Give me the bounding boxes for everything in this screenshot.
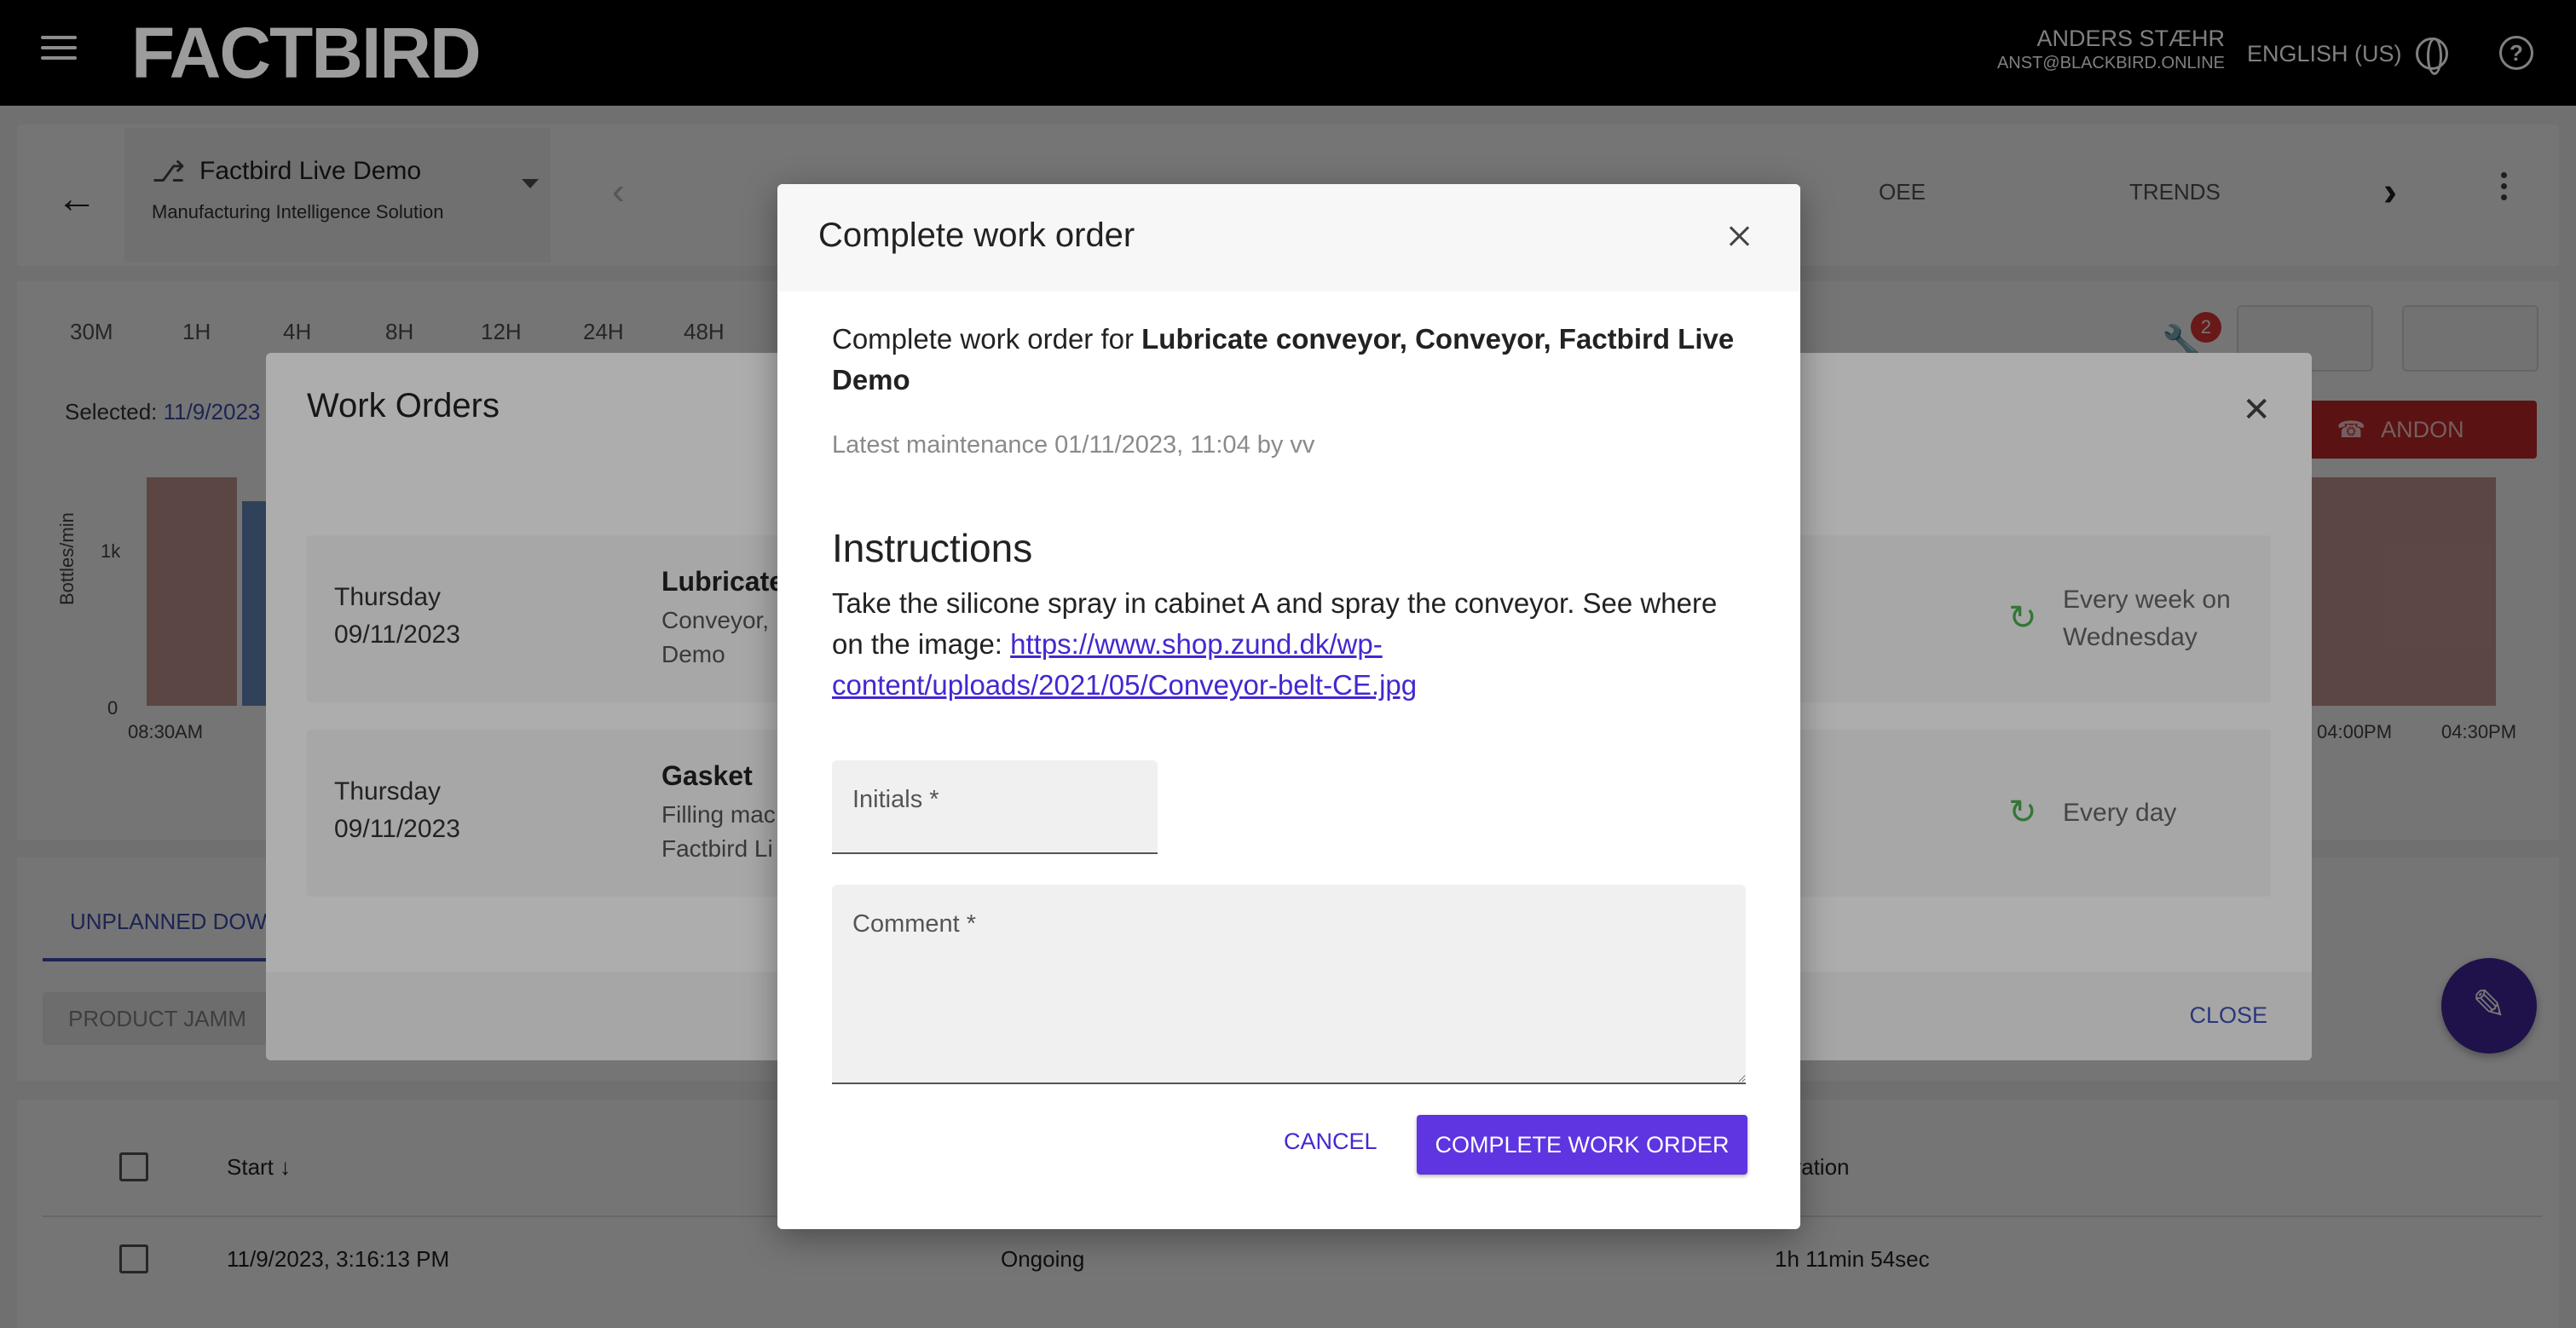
instructions-text: Take the silicone spray in cabinet A and… — [832, 583, 1753, 706]
initials-field[interactable]: Initials * — [832, 760, 1158, 854]
cancel-button[interactable]: CANCEL — [1284, 1129, 1378, 1155]
initials-input[interactable] — [832, 760, 1158, 852]
description-prefix: Complete work order for — [832, 323, 1142, 355]
latest-maintenance: Latest maintenance 01/11/2023, 11:04 by … — [832, 431, 1315, 459]
instructions-heading: Instructions — [832, 526, 1033, 570]
complete-work-order-button[interactable]: COMPLETE WORK ORDER — [1417, 1115, 1747, 1175]
complete-work-order-dialog: Complete work order Complete work order … — [777, 184, 1800, 1229]
dialog-title: Complete work order — [818, 217, 1135, 254]
comment-field[interactable]: Comment * — [832, 885, 1746, 1084]
close-icon[interactable] — [1727, 223, 1753, 249]
comment-input[interactable] — [832, 885, 1746, 1083]
dialog-header: Complete work order — [777, 184, 1800, 292]
work-order-description: Complete work order for Lubricate convey… — [832, 319, 1753, 401]
